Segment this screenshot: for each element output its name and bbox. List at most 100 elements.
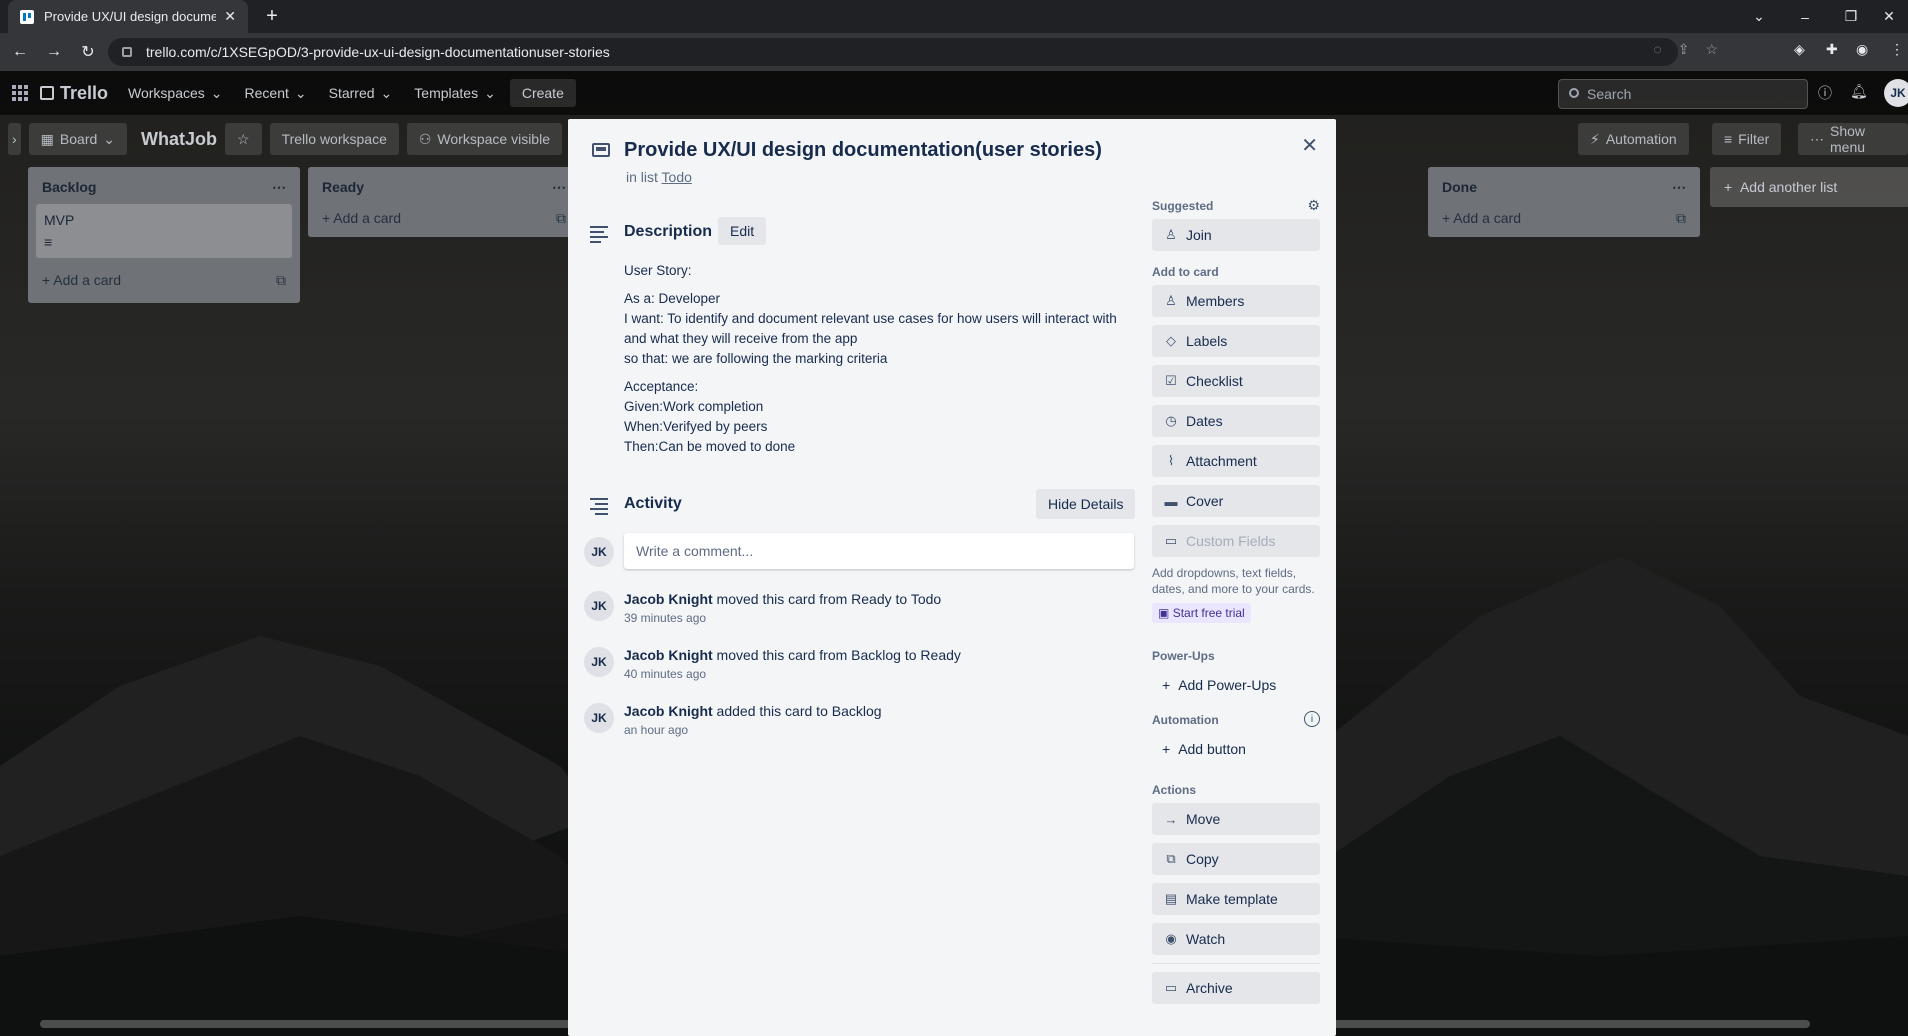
custom-fields-button[interactable]: ▭ Custom Fields xyxy=(1152,525,1320,557)
comment-input[interactable]: Write a comment... xyxy=(624,533,1134,569)
lock-icon[interactable] xyxy=(122,47,132,57)
close-icon[interactable]: ✕ xyxy=(1301,133,1318,158)
description-text[interactable]: User Story: As a: Developer I want: To i… xyxy=(624,261,1134,457)
close-tab-icon[interactable]: ✕ xyxy=(224,8,236,25)
hide-details-button[interactable]: Hide Details xyxy=(1036,489,1136,519)
add-card-button[interactable]: + Add a card xyxy=(1442,210,1521,227)
list-title[interactable]: Ready xyxy=(322,179,364,196)
edit-description-button[interactable]: Edit xyxy=(718,217,767,245)
nav-starred[interactable]: Starred ⌄ xyxy=(329,85,393,102)
close-window-icon[interactable]: ✕ xyxy=(1866,0,1908,33)
back-icon[interactable]: ← xyxy=(6,43,34,61)
activity-time[interactable]: 39 minutes ago xyxy=(624,611,1164,625)
suggested-heading: Suggested xyxy=(1152,199,1214,213)
list-menu-icon[interactable]: ⋯ xyxy=(272,179,286,196)
activity-user[interactable]: Jacob Knight xyxy=(624,591,713,607)
lightning-icon: ⚡︎ xyxy=(1590,130,1600,147)
actions-heading: Actions xyxy=(1152,783,1197,797)
list-title[interactable]: Backlog xyxy=(42,179,96,196)
extension-icon[interactable]: ◈ xyxy=(1794,41,1805,58)
bookmark-star-icon[interactable]: ☆ xyxy=(1705,41,1718,58)
show-menu-button[interactable]: ⋯ Show menu xyxy=(1798,123,1908,155)
minimize-icon[interactable]: – xyxy=(1782,0,1828,33)
add-powerups-button[interactable]: + Add Power-Ups xyxy=(1152,669,1320,701)
avatar[interactable]: JK xyxy=(584,591,614,621)
move-button[interactable]: → Move xyxy=(1152,803,1320,835)
browser-tab[interactable]: Provide UX/UI design documentati ✕ xyxy=(8,0,248,33)
star-board-button[interactable]: ☆ xyxy=(225,123,262,155)
filter-button[interactable]: ≡ Filter xyxy=(1712,123,1782,155)
avatar[interactable]: JK xyxy=(584,537,614,567)
profile-icon[interactable]: ◉ xyxy=(1856,41,1868,58)
browser-tab-strip: Provide UX/UI design documentati ✕ + ⌄ –… xyxy=(0,0,1908,33)
nav-recent[interactable]: Recent ⌄ xyxy=(245,85,307,102)
join-button[interactable]: ♙ Join xyxy=(1152,219,1320,251)
list-menu-icon[interactable]: ⋯ xyxy=(552,179,566,196)
reload-icon[interactable]: ↻ xyxy=(74,42,102,62)
address-bar-row: ← → ↻ trello.com/c/1XSEGpOD/3-provide-ux… xyxy=(0,33,1908,71)
list-title[interactable]: Done xyxy=(1442,179,1477,196)
workspace-button[interactable]: Trello workspace xyxy=(269,123,399,155)
create-button[interactable]: Create xyxy=(509,79,576,107)
activity-item: Jacob Knight moved this card from Ready … xyxy=(624,591,1164,625)
card-mvp[interactable]: MVP ≡ xyxy=(36,204,292,258)
card-title[interactable]: Provide UX/UI design documentation(user … xyxy=(624,139,1102,162)
start-trial-button[interactable]: ▣ Start free trial xyxy=(1152,603,1251,623)
list-menu-icon[interactable]: ⋯ xyxy=(1672,179,1686,196)
forward-icon[interactable]: → xyxy=(40,43,68,61)
tab-search-icon[interactable]: ⌄ xyxy=(1736,0,1782,33)
members-button[interactable]: ♙ Members xyxy=(1152,285,1320,317)
avatar[interactable]: JK xyxy=(1884,79,1908,107)
add-card-button[interactable]: + Add a card xyxy=(42,272,121,289)
powerups-heading: Power-Ups xyxy=(1152,649,1215,663)
attachment-button[interactable]: ⌇ Attachment xyxy=(1152,445,1320,477)
board-view-switcher[interactable]: ▦ Board ⌄ xyxy=(28,123,127,155)
sidebar-toggle[interactable]: › xyxy=(8,123,21,155)
labels-button[interactable]: ◇ Labels xyxy=(1152,325,1320,357)
template-icon: ▤ xyxy=(1164,891,1178,906)
apps-grid-icon[interactable] xyxy=(12,85,28,101)
make-template-button[interactable]: ▤ Make template xyxy=(1152,883,1320,915)
list-link[interactable]: Todo xyxy=(662,169,692,185)
avatar[interactable]: JK xyxy=(584,647,614,677)
dates-button[interactable]: ◷ Dates xyxy=(1152,405,1320,437)
search-input[interactable]: Search xyxy=(1558,79,1808,109)
template-icon[interactable]: ⧉ xyxy=(276,272,286,289)
more-icon[interactable]: ⋮ xyxy=(1890,41,1904,58)
activity-user[interactable]: Jacob Knight xyxy=(624,703,713,719)
bell-icon[interactable]: 🔔︎ xyxy=(1850,83,1868,103)
visibility-button[interactable]: ⚇ Workspace visible xyxy=(406,123,562,155)
card-detail-modal: ✕ Provide UX/UI design documentation(use… xyxy=(568,119,1336,1036)
automation-button[interactable]: ⚡︎ Automation xyxy=(1578,123,1689,155)
add-card-button[interactable]: + Add a card xyxy=(322,210,401,227)
add-list-button[interactable]: + Add another list xyxy=(1710,167,1908,207)
url-bar[interactable]: trello.com/c/1XSEGpOD/3-provide-ux-ui-de… xyxy=(108,38,1678,66)
activity-user[interactable]: Jacob Knight xyxy=(624,647,713,663)
board-name[interactable]: WhatJob xyxy=(141,129,217,150)
avatar[interactable]: JK xyxy=(584,703,614,733)
info-icon[interactable]: i xyxy=(1304,711,1320,727)
template-icon[interactable]: ⧉ xyxy=(556,210,566,227)
watch-button[interactable]: ◉ Watch xyxy=(1152,923,1320,955)
puzzle-icon[interactable]: ✚ xyxy=(1826,41,1838,58)
clock-icon: ◷ xyxy=(1165,413,1177,428)
paperclip-icon: ⌇ xyxy=(1167,453,1175,468)
trello-logo[interactable]: Trello xyxy=(40,83,108,104)
gear-icon[interactable]: ⚙ xyxy=(1307,197,1320,214)
nav-templates[interactable]: Templates ⌄ xyxy=(414,85,496,102)
activity-time[interactable]: an hour ago xyxy=(624,723,1164,737)
template-icon[interactable]: ⧉ xyxy=(1676,210,1686,227)
card-title: MVP xyxy=(44,212,75,228)
eye-off-icon[interactable]: ◌ xyxy=(1653,41,1661,58)
archive-button[interactable]: ▭ Archive xyxy=(1152,972,1320,1004)
checklist-button[interactable]: ☑ Checklist xyxy=(1152,365,1320,397)
nav-workspaces[interactable]: Workspaces ⌄ xyxy=(128,85,223,102)
add-button-button[interactable]: + Add button xyxy=(1152,733,1320,765)
activity-time[interactable]: 40 minutes ago xyxy=(624,667,1164,681)
copy-button[interactable]: ⧉ Copy xyxy=(1152,843,1320,875)
new-tab-button[interactable]: + xyxy=(260,3,284,29)
cover-button[interactable]: ▬ Cover xyxy=(1152,485,1320,517)
info-icon[interactable]: ⓘ xyxy=(1818,83,1832,103)
share-icon[interactable]: ⇪ xyxy=(1678,41,1690,58)
tab-title: Provide UX/UI design documentati xyxy=(44,9,217,24)
